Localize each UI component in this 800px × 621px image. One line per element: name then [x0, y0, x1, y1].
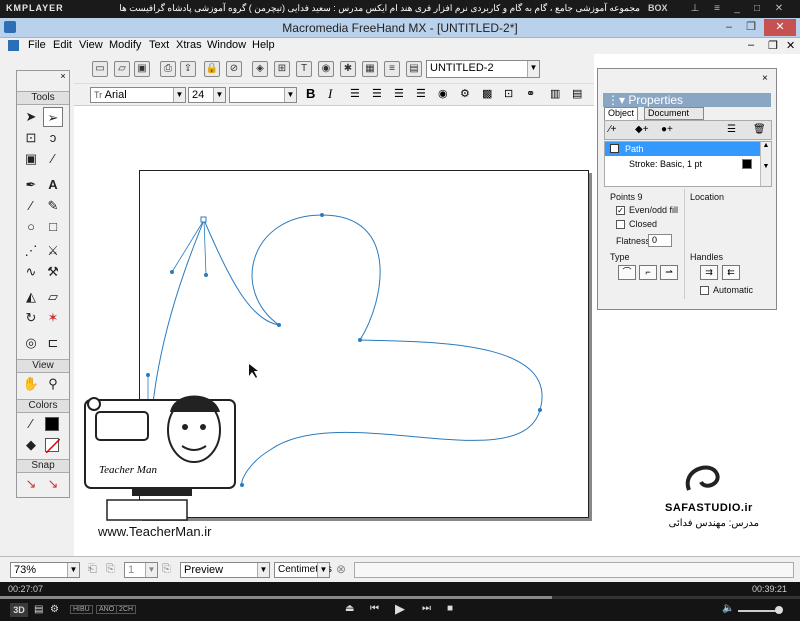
duplicate-icon[interactable]: ☰ [727, 124, 736, 135]
volume-icon[interactable]: 🔈 [722, 603, 734, 614]
status-bar: 73% ▼ ⎗ ⎘ 1 ▼ ⎘ Preview ▼ Centimeters ▼ … [0, 556, 800, 582]
zoom-field[interactable]: 73% ▼ [10, 562, 80, 578]
player-controls: 00:27:07 00:39:21 3D ▤ ⚙ HIBU ANO 2CH ⏏ … [0, 582, 800, 621]
effect-add-icon[interactable]: ●+ [661, 124, 673, 135]
points-value: 9 [637, 192, 643, 202]
anchor-point[interactable] [320, 213, 324, 217]
connector-point-icon[interactable]: ⇀ [660, 265, 678, 280]
teacherman-logo-art [84, 395, 236, 521]
volume-knob[interactable] [775, 606, 783, 614]
properties-header[interactable]: ⋮▾ Properties [603, 93, 771, 107]
last-page-icon[interactable]: ⎘ [162, 563, 171, 576]
view-mode-value: Preview [184, 564, 224, 576]
list-stroke-label: Stroke: Basic, 1 pt [629, 159, 703, 169]
cancel-render-icon[interactable]: ⊗ [336, 562, 346, 576]
time-current: 00:27:07 [8, 584, 44, 594]
mouse-cursor-icon [249, 364, 258, 378]
handles-label: Handles [690, 252, 724, 262]
seek-bar[interactable] [0, 596, 800, 599]
automatic-label: Automatic [713, 285, 754, 295]
playlist-icon[interactable]: ▤ [34, 604, 43, 615]
automatic-checkbox[interactable] [700, 286, 709, 295]
stroke-swatch [742, 159, 752, 169]
list-scrollbar[interactable]: ▲ ▼ [760, 142, 771, 186]
chevron-down-icon: ▼ [257, 563, 269, 577]
chevron-down-icon: ▼ [67, 563, 79, 577]
evenodd-label: Even/odd fill [629, 205, 679, 215]
control-handle[interactable] [171, 219, 205, 273]
chevron-down-icon: ▼ [317, 563, 329, 577]
stroke-add-icon[interactable]: ∕+ [609, 124, 617, 135]
list-path-label: Path [625, 144, 644, 154]
retract-left-icon[interactable]: ⇉ [700, 265, 718, 280]
next-icon[interactable]: ⏭ [422, 603, 431, 614]
time-total: 00:39:21 [752, 584, 788, 594]
handle-point[interactable] [146, 373, 150, 377]
tab-document[interactable]: Document [644, 107, 704, 120]
close-icon[interactable]: × [762, 73, 768, 84]
collapse-arrow-icon: ⋮▾ [607, 93, 629, 107]
anchor-point[interactable] [538, 408, 542, 412]
path-icon [610, 144, 619, 153]
safastudio-watermark: SAFASTUDIO.ir مدرس: مهندس فدائی [663, 460, 783, 530]
object-list: Path Stroke: Basic, 1 pt ▲ ▼ [604, 141, 772, 187]
fill-add-icon[interactable]: ◆+ [635, 124, 649, 135]
safastudio-logo-icon [685, 465, 720, 491]
divider [684, 189, 685, 299]
anchor-point[interactable] [200, 216, 207, 223]
teacherman-url: www.TeacherMan.ir [98, 524, 212, 539]
instructor-label: مدرس: مهندس فدائی [668, 518, 759, 529]
anchor-point[interactable] [277, 323, 281, 327]
properties-title: Properties [628, 93, 684, 107]
curve-point-icon[interactable]: ⌒ [618, 265, 636, 280]
seek-progress [0, 596, 552, 599]
page-value: 1 [128, 564, 135, 576]
closed-checkbox[interactable] [616, 220, 625, 229]
prev-page-icon[interactable]: ⎗ [88, 563, 97, 576]
previous-icon[interactable]: ⏮ [370, 603, 379, 614]
units-field[interactable]: Centimeters ▼ [274, 562, 332, 578]
list-item-path[interactable]: Path [605, 142, 760, 156]
teacherman-name: Teacher Man [99, 464, 157, 476]
location-label: Location [690, 192, 725, 202]
anchor-point[interactable] [358, 338, 362, 342]
status-message-field [354, 562, 794, 578]
control-handle[interactable] [203, 219, 207, 276]
tab-object[interactable]: Object [604, 107, 639, 120]
safastudio-name: SAFASTUDIO.ir [665, 502, 753, 514]
view-mode-field[interactable]: Preview ▼ [180, 562, 270, 578]
evenodd-checkbox[interactable]: ✓ [616, 206, 625, 215]
bezier-path[interactable] [203, 214, 543, 486]
handle-point[interactable] [170, 270, 174, 274]
play-icon[interactable]: ▶ [395, 601, 405, 617]
eject-icon[interactable]: ⏏ [345, 603, 354, 614]
page-field[interactable]: 1 ▼ [124, 562, 158, 578]
retract-right-icon[interactable]: ⇇ [722, 265, 740, 280]
list-item-stroke[interactable]: Stroke: Basic, 1 pt [605, 157, 760, 171]
closed-label: Closed [629, 219, 658, 229]
properties-panel: × ⋮▾ Properties Object Document ∕+ ◆+ ●+… [597, 68, 777, 310]
next-page-icon[interactable]: ⎘ [106, 563, 115, 576]
zoom-value: 73% [14, 564, 37, 576]
volume-level [738, 610, 778, 612]
chevron-down-icon: ▼ [145, 563, 157, 577]
stop-icon[interactable]: ■ [447, 603, 453, 614]
points-label: Points 9 [610, 192, 643, 202]
badge-hibu: HIBU [70, 605, 93, 614]
trash-icon[interactable]: 🗑 [753, 124, 766, 135]
type-label: Type [610, 252, 630, 262]
mode-3d-button[interactable]: 3D [10, 603, 28, 617]
props-toolbar: ∕+ ◆+ ●+ ☰ 🗑 [604, 120, 772, 140]
settings-icon[interactable]: ⚙ [50, 604, 59, 615]
badge-ano: ANO [96, 605, 118, 614]
handle-point[interactable] [204, 273, 208, 277]
badge-2ch: 2CH [116, 605, 137, 614]
corner-point-icon[interactable]: ⌐ [639, 265, 657, 280]
teacherman-watermark: Teacher Man www.TeacherMan.ir [82, 382, 242, 542]
flatness-input[interactable]: 0 [648, 234, 672, 247]
